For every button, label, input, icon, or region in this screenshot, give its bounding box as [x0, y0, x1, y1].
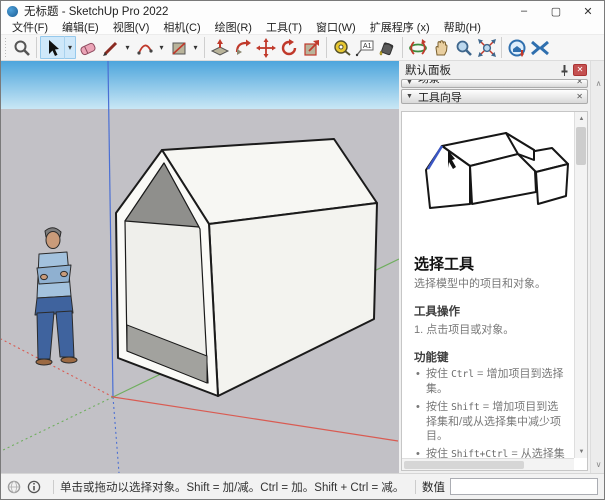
instructor-content: 选择工具 选择模型中的项目和对象。 工具操作 1. 点击项目或对象。 功能键 按… — [402, 112, 574, 458]
titlebar: 无标题 - SketchUp Pro 2022 – ▢ ✕ — [1, 1, 604, 21]
zoom-tool-icon[interactable] — [452, 36, 475, 59]
operation-title: 工具操作 — [414, 303, 566, 319]
menu-window[interactable]: 窗口(W) — [309, 21, 363, 35]
instructor-vertical-scrollbar[interactable]: ▲ ▼ — [574, 112, 587, 458]
text-tool-icon[interactable]: A1 — [353, 36, 376, 59]
rectangle-tool-icon[interactable] — [167, 36, 190, 59]
menu-extensions[interactable]: 扩展程序 (x) — [363, 21, 437, 35]
scroll-up-icon[interactable]: ▲ — [575, 112, 588, 125]
pushpull-tool-icon[interactable] — [208, 36, 231, 59]
section-close-icon[interactable]: ✕ — [576, 79, 583, 86]
menu-draw[interactable]: 绘图(R) — [208, 21, 259, 35]
menu-tools[interactable]: 工具(T) — [259, 21, 309, 35]
list-item: 按住 Shift+Ctrl = 从选择集中减少项目。 — [414, 447, 566, 458]
maximize-button[interactable]: ▢ — [540, 1, 572, 21]
instructor-horizontal-scrollbar[interactable] — [402, 458, 574, 470]
rectangle-tool-dropdown-icon[interactable]: ▾ — [190, 36, 201, 59]
menu-camera[interactable]: 相机(C) — [156, 21, 207, 35]
section-instructor[interactable]: ▼ 工具向导 ✕ — [401, 89, 588, 104]
chevron-up-icon[interactable]: ∧ — [591, 79, 605, 88]
scale-tool-icon[interactable] — [300, 36, 323, 59]
operation-item: 1. 点击项目或对象。 — [414, 321, 566, 337]
default-tray-panel: 默认面板 ✕ ▼ 场景 ✕ ▼ 工具向导 ✕ — [399, 61, 605, 473]
toolbar-grip[interactable] — [4, 38, 8, 58]
status-message: 单击或拖动以选择对象。Shift = 加/减。Ctrl = 加。Shift + … — [60, 479, 404, 495]
select-tool-dropdown-icon[interactable]: ▾ — [64, 36, 75, 59]
measurements-input[interactable] — [450, 478, 598, 495]
toolbar: ▾ ▾ ▾ ▾ — [1, 35, 604, 61]
minimize-button[interactable]: – — [508, 1, 540, 21]
pin-icon[interactable] — [558, 63, 570, 76]
divider — [53, 480, 54, 494]
tray-scrollbar[interactable]: ∧ ∨ — [590, 61, 605, 473]
arc-tool-icon[interactable] — [133, 36, 156, 59]
tape-measure-tool-icon[interactable] — [330, 36, 353, 59]
list-item: 按住 Ctrl = 增加项目到选择集。 — [414, 367, 566, 397]
keys-list: 按住 Ctrl = 增加项目到选择集。 按住 Shift = 增加项目到选择集和… — [414, 367, 566, 458]
list-item: 按住 Shift = 增加项目到选择集和/或从选择集中减少项目。 — [414, 400, 566, 445]
scrollbar-thumb[interactable] — [576, 127, 586, 165]
scroll-down-icon[interactable]: ▼ — [575, 445, 588, 458]
viewport-3d[interactable] — [1, 61, 399, 473]
close-button[interactable]: ✕ — [572, 1, 604, 21]
scrollbar-thumb[interactable] — [404, 461, 524, 469]
menu-view[interactable]: 视图(V) — [106, 21, 157, 35]
offset-tool-icon[interactable] — [231, 36, 254, 59]
menu-help[interactable]: 帮助(H) — [437, 21, 488, 35]
menu-file[interactable]: 文件(F) — [5, 21, 55, 35]
geolocation-icon[interactable] — [7, 480, 21, 494]
3d-warehouse-icon[interactable] — [505, 36, 528, 59]
triangle-down-icon: ▼ — [406, 79, 413, 86]
line-tool-dropdown-icon[interactable]: ▾ — [122, 36, 133, 59]
paint-bucket-tool-icon[interactable] — [376, 36, 399, 59]
instructor-illustration — [414, 120, 574, 238]
line-tool-icon[interactable] — [99, 36, 122, 59]
menu-edit[interactable]: 编辑(E) — [55, 21, 106, 35]
instructor-heading: 选择工具 — [414, 253, 566, 274]
sky — [1, 61, 399, 109]
measurements-label: 数值 — [422, 479, 445, 495]
arc-tool-dropdown-icon[interactable]: ▾ — [156, 36, 167, 59]
zoom-extents-tool-icon[interactable] — [475, 36, 498, 59]
menubar: 文件(F) 编辑(E) 视图(V) 相机(C) 绘图(R) 工具(T) 窗口(W… — [1, 21, 604, 35]
section-scenes[interactable]: ▼ 场景 ✕ — [401, 79, 588, 88]
select-tool-group: ▾ — [40, 36, 76, 59]
window-title: 无标题 - SketchUp Pro 2022 — [24, 3, 168, 19]
tray-header: 默认面板 ✕ — [399, 61, 590, 78]
eraser-tool-icon[interactable] — [76, 36, 99, 59]
section-close-icon[interactable]: ✕ — [576, 92, 583, 101]
rotate-tool-icon[interactable] — [277, 36, 300, 59]
triangle-down-icon: ▼ — [406, 93, 413, 100]
select-tool-icon[interactable] — [41, 36, 64, 59]
instructor-pane: 选择工具 选择模型中的项目和对象。 工具操作 1. 点击项目或对象。 功能键 按… — [401, 111, 588, 471]
tray-title: 默认面板 — [405, 62, 451, 78]
credits-info-icon[interactable] — [27, 480, 41, 494]
search-icon[interactable] — [10, 36, 33, 59]
statusbar: 单击或拖动以选择对象。Shift = 加/减。Ctrl = 加。Shift + … — [1, 473, 604, 499]
orbit-tool-icon[interactable] — [406, 36, 429, 59]
instructor-subtitle: 选择模型中的项目和对象。 — [414, 275, 566, 291]
pan-tool-icon[interactable] — [429, 36, 452, 59]
app-icon — [7, 6, 18, 17]
chevron-down-icon[interactable]: ∨ — [591, 460, 605, 469]
extension-warehouse-icon[interactable] — [528, 36, 551, 59]
divider — [415, 480, 416, 494]
move-tool-icon[interactable] — [254, 36, 277, 59]
tray-close-icon[interactable]: ✕ — [573, 64, 587, 76]
text-tool-glyph: A1 — [363, 43, 372, 50]
sketchup-window: 无标题 - SketchUp Pro 2022 – ▢ ✕ 文件(F) 编辑(E… — [0, 0, 605, 500]
keys-title: 功能键 — [414, 349, 566, 365]
